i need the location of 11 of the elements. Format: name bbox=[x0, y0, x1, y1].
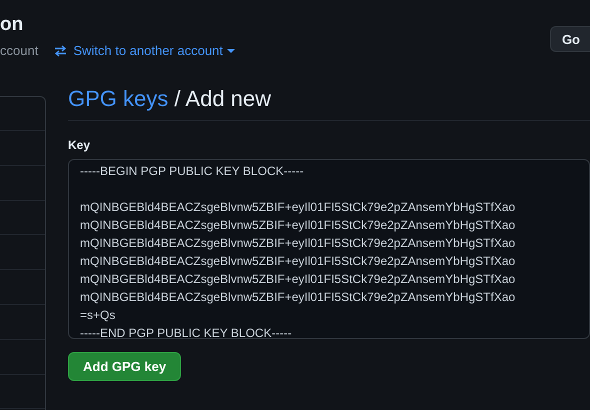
account-subtitle: ccount bbox=[0, 43, 38, 58]
gpg-keys-link[interactable]: GPG keys bbox=[68, 86, 168, 111]
go-button[interactable]: Go bbox=[550, 26, 590, 52]
key-field[interactable]: -----BEGIN PGP PUBLIC KEY BLOCK----- mQINBGEBld4BEACZsgeBlvnw5ZBIF+eyIl01FI5StCk79e2pZAnsemYbHgSTfXao mQINBGEBld4BEACZsgeBlvnw5ZBIF+eyIl01FI5StCk79e2pZAnsemYbHgSTfXao mQINBGEBld4BEACZsgeBlvnw5ZBIF+eyIl01FI5StCk79e2pZAnsemYbHgSTfXao mQINBGEBld4BEACZsgeBlvnw5ZBIF+eyIl01FI5StCk79e2pZAnsemYbHgSTfXao mQINBGEBld4BEACZsgeBlvnw5ZBIF+eyIl01FI5StCk79e2pZAnsemYbHgSTfXao mQINBGEBld4BEACZsgeBlvnw5ZBIF+eyIl01FI5StCk79e2pZAnsemYbHgSTfXao =s+Qs -----END PGP PUBLIC KEY BLOCK----- bbox=[68, 159, 590, 339]
page-title: Add new bbox=[185, 86, 272, 111]
switch-account-link[interactable]: Switch to another account bbox=[73, 43, 235, 58]
breadcrumb-separator: / bbox=[174, 86, 180, 111]
key-label: Key bbox=[68, 138, 90, 152]
account-name: on bbox=[0, 14, 24, 36]
switch-arrows-icon bbox=[54, 44, 68, 56]
add-gpg-key-button[interactable]: Add GPG key bbox=[68, 352, 182, 381]
